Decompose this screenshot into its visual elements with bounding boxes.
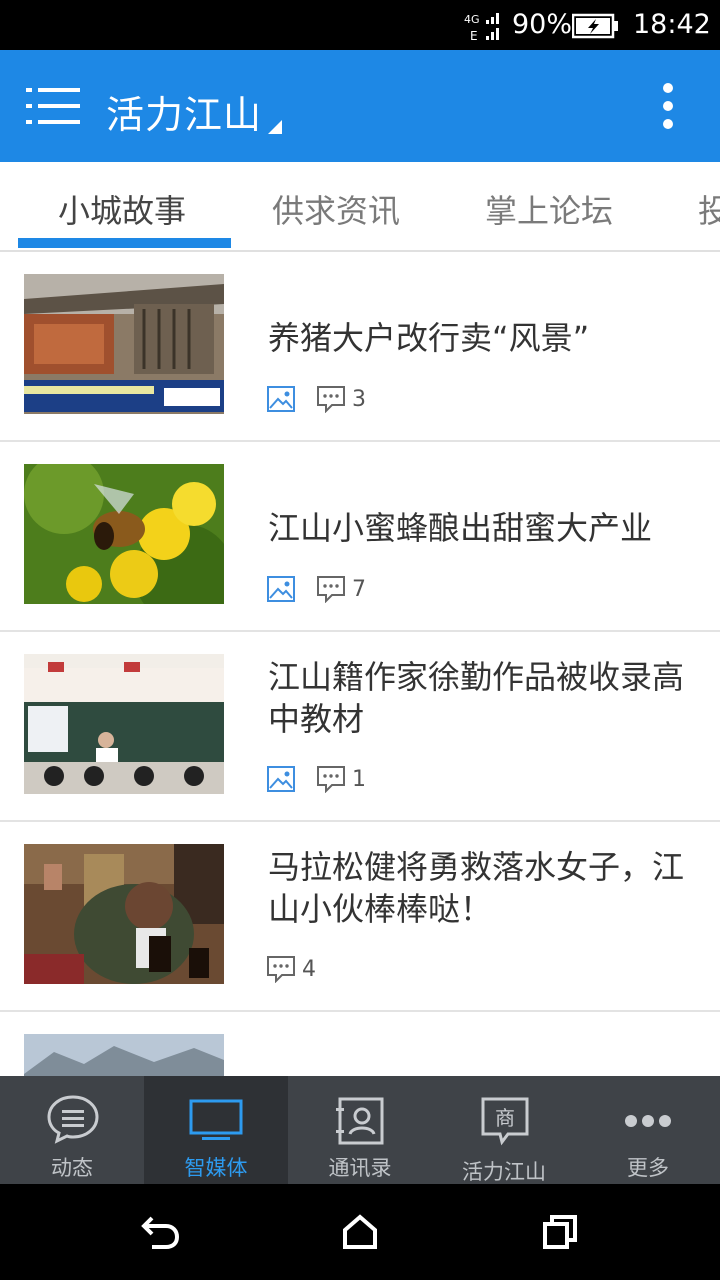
list-item[interactable]: 江山籍作家徐勤作品被收录高中教材 1 bbox=[0, 632, 720, 822]
nav-tongxunlu[interactable]: 通讯录 bbox=[288, 1076, 432, 1184]
article-meta: 1 bbox=[266, 764, 366, 794]
nav-dongtai[interactable]: 动态 bbox=[0, 1076, 144, 1184]
category-tabs: 小城故事 供求资讯 掌上论坛 投 bbox=[0, 162, 720, 252]
comment-count: 1 bbox=[352, 766, 366, 792]
comment-count: 3 bbox=[352, 386, 366, 412]
clock: 18:42 bbox=[633, 9, 711, 40]
article-meta: 4 bbox=[266, 954, 316, 984]
svg-text:商: 商 bbox=[495, 1106, 515, 1130]
thumbnail-image bbox=[24, 1034, 224, 1076]
comment-icon bbox=[317, 576, 345, 603]
app-title[interactable]: 活力江山 bbox=[106, 84, 262, 139]
battery-percent: 90% bbox=[512, 9, 573, 40]
monitor-icon bbox=[189, 1099, 243, 1140]
bottom-nav: 动态 智媒体 通讯录 商 活力江山 更多 bbox=[0, 1076, 720, 1184]
system-nav-bar bbox=[0, 1184, 720, 1280]
contacts-icon bbox=[336, 1097, 384, 1145]
nav-label: 动态 bbox=[51, 1156, 93, 1180]
article-meta: 3 bbox=[266, 384, 366, 414]
comment-icon bbox=[317, 386, 345, 413]
article-title[interactable]: 江山籍作家徐勤作品被收录高中教材 bbox=[268, 656, 688, 740]
list-item[interactable] bbox=[0, 1012, 720, 1076]
article-title[interactable]: 江山小蜜蜂酿出甜蜜大产业 bbox=[268, 506, 688, 550]
image-icon bbox=[267, 766, 295, 792]
article-meta: 7 bbox=[266, 574, 366, 604]
article-title[interactable]: 养猪大户改行卖“风景” bbox=[268, 316, 688, 360]
nav-zhimeiti[interactable]: 智媒体 bbox=[144, 1076, 288, 1184]
battery-charging-icon bbox=[572, 13, 618, 39]
article-title[interactable]: 马拉松健将勇救落水女子，江山小伙棒棒哒！ bbox=[268, 846, 688, 930]
tab-indicator bbox=[18, 238, 231, 248]
app-bar: 活力江山 bbox=[0, 50, 720, 162]
list-item[interactable]: 江山小蜜蜂酿出甜蜜大产业 7 bbox=[0, 442, 720, 632]
recent-apps-icon[interactable] bbox=[542, 1214, 578, 1250]
image-icon bbox=[267, 576, 295, 602]
tab-gongqiu[interactable]: 供求资讯 bbox=[272, 186, 400, 232]
nav-label: 通讯录 bbox=[328, 1156, 392, 1180]
more-dots-icon bbox=[625, 1115, 671, 1127]
svg-text:E: E bbox=[470, 29, 478, 42]
comment-count: 4 bbox=[302, 956, 316, 982]
dropdown-corner-icon bbox=[268, 120, 282, 134]
chat-bubble-icon bbox=[47, 1095, 99, 1144]
comment-icon bbox=[317, 766, 345, 793]
image-icon bbox=[267, 386, 295, 412]
status-bar: 4G E 90% 18:42 bbox=[0, 0, 720, 50]
comment-icon bbox=[267, 956, 295, 983]
menu-icon[interactable] bbox=[24, 84, 84, 128]
svg-text:4G: 4G bbox=[464, 13, 480, 26]
signal-icon: 4G E bbox=[464, 13, 499, 42]
thumbnail-image bbox=[24, 844, 224, 984]
comment-count: 7 bbox=[352, 576, 366, 602]
tab-xiaocheng[interactable]: 小城故事 bbox=[58, 186, 186, 232]
shop-icon: 商 bbox=[481, 1097, 529, 1146]
tab-tou[interactable]: 投 bbox=[698, 186, 720, 232]
nav-label: 智媒体 bbox=[184, 1156, 248, 1180]
nav-label: 活力江山 bbox=[462, 1160, 546, 1184]
list-item[interactable]: 养猪大户改行卖“风景” 3 bbox=[0, 252, 720, 442]
nav-label: 更多 bbox=[627, 1156, 669, 1180]
nav-gengduo[interactable]: 更多 bbox=[576, 1076, 720, 1184]
nav-huolijiangshan[interactable]: 商 活力江山 bbox=[432, 1076, 576, 1184]
news-feed: 养猪大户改行卖“风景” 3 江山小蜜蜂酿出甜蜜大产业 7 江山籍作家徐勤作品被收… bbox=[0, 252, 720, 1076]
home-icon[interactable] bbox=[342, 1214, 378, 1250]
thumbnail-image bbox=[24, 274, 224, 414]
thumbnail-image bbox=[24, 654, 224, 794]
list-item[interactable]: 马拉松健将勇救落水女子，江山小伙棒棒哒！ 4 bbox=[0, 822, 720, 1012]
back-icon[interactable] bbox=[140, 1214, 180, 1250]
tab-luntan[interactable]: 掌上论坛 bbox=[485, 186, 613, 232]
thumbnail-image bbox=[24, 464, 224, 604]
more-vert-icon[interactable] bbox=[650, 78, 686, 134]
